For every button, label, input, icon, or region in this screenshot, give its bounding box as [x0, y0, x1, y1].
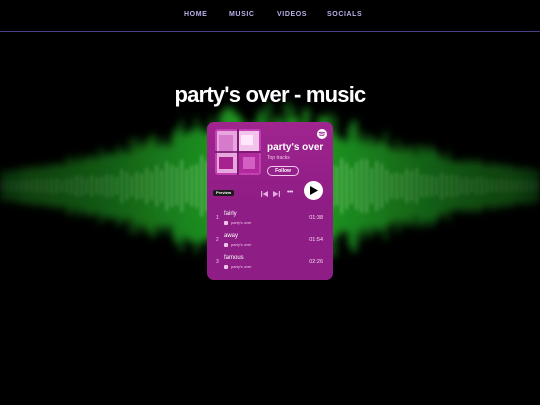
track-number: 3 [216, 259, 219, 265]
album-title[interactable]: party's over [267, 142, 323, 153]
next-track-icon[interactable] [273, 191, 280, 197]
track-number: 1 [216, 215, 219, 221]
tracklist: 1 fairly party's over 01:38 2 away party… [207, 208, 333, 274]
track-artist: party's over [224, 242, 252, 247]
more-options-icon[interactable]: ••• [287, 189, 293, 196]
track-artist: party's over [224, 264, 252, 269]
play-button[interactable] [304, 181, 323, 200]
top-navbar: HOME MUSIC VIDEOS SOCIALS [0, 0, 540, 32]
album-subtitle: Top tracks [267, 155, 290, 161]
track-name: away [224, 233, 239, 239]
player-header: party's over Top tracks Follow Preview •… [207, 122, 333, 204]
track-row[interactable]: 1 fairly party's over 01:38 [207, 208, 333, 230]
tracklist-fade [207, 274, 333, 280]
track-number: 2 [216, 237, 219, 243]
track-name: famous [224, 255, 244, 261]
spotify-logo-icon[interactable] [317, 129, 327, 139]
track-artist: party's over [224, 220, 252, 225]
track-duration: 01:54 [309, 237, 323, 243]
track-name: fairly [224, 211, 237, 217]
follow-button[interactable]: Follow [267, 166, 299, 176]
track-row[interactable]: 3 famous party's over 02:26 [207, 252, 333, 274]
nav-music-link[interactable]: MUSIC [229, 11, 255, 18]
preview-badge: Preview [213, 190, 235, 196]
spotify-embed-player: party's over Top tracks Follow Preview •… [207, 122, 333, 280]
page-title: party's over - music [174, 82, 367, 107]
play-icon [310, 186, 318, 195]
nav-socials-link[interactable]: SOCIALS [327, 11, 362, 18]
previous-track-icon[interactable] [261, 191, 268, 197]
explicit-icon [224, 264, 228, 269]
nav-home-link[interactable]: HOME [184, 11, 207, 18]
track-duration: 01:38 [309, 215, 323, 221]
track-row[interactable]: 2 away party's over 01:54 [207, 230, 333, 252]
explicit-icon [224, 242, 228, 247]
nav-videos-link[interactable]: VIDEOS [277, 11, 307, 18]
track-duration: 02:26 [309, 259, 323, 265]
explicit-icon [224, 220, 228, 225]
album-cover[interactable] [215, 129, 261, 175]
